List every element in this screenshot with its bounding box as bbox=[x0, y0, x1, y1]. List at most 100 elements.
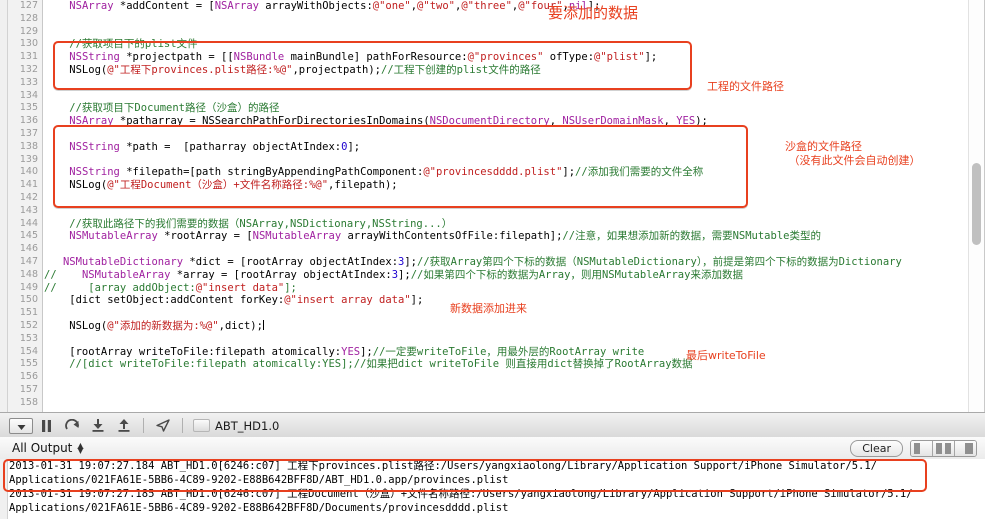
code-token: //注意，如果想添加新的数据，需要NSMutable类型的 bbox=[562, 230, 821, 243]
line-number: 129 bbox=[19, 25, 38, 37]
breadcrumb[interactable]: ABT_HD1.0 bbox=[193, 419, 279, 433]
step-over-icon bbox=[64, 419, 80, 432]
line-number: 156 bbox=[19, 371, 38, 383]
show-console-only-segment[interactable] bbox=[955, 440, 976, 456]
code-line[interactable]: NSLog(@"工程下provinces.plist路径:%@",project… bbox=[44, 64, 963, 77]
code-token: arrayWithObjects: bbox=[258, 0, 373, 12]
console-line: Applications/021FA61E-5BB6-4C89-9202-E88… bbox=[9, 474, 509, 486]
code-line[interactable] bbox=[44, 371, 963, 384]
code-line[interactable]: NSMutableArray *rootArray = [NSMutableAr… bbox=[44, 230, 963, 243]
annotation-sandbox-path: 沙盒的文件路径 （没有此文件会自动创建） bbox=[785, 140, 921, 167]
code-token: NSArray bbox=[69, 0, 114, 12]
simulate-location-button[interactable] bbox=[150, 413, 176, 438]
code-text-area[interactable]: NSArray *addContent = [NSArray arrayWith… bbox=[44, 0, 963, 412]
code-token: NSMutableArray bbox=[81, 268, 171, 281]
code-line[interactable] bbox=[44, 205, 963, 218]
code-line[interactable] bbox=[44, 333, 963, 346]
line-number: 136 bbox=[19, 115, 38, 127]
pause-button[interactable] bbox=[33, 413, 59, 438]
code-line[interactable]: //获取此路径下的我们需要的数据（NSArray,NSDictionary,NS… bbox=[44, 218, 963, 231]
code-token: // bbox=[44, 268, 82, 281]
code-token: @"provincesdddd.plist" bbox=[423, 166, 563, 179]
line-number: 149 bbox=[19, 281, 38, 293]
code-line[interactable]: //获取项目下Document路径（沙盒）的路径 bbox=[44, 102, 963, 115]
code-token: ]; bbox=[398, 268, 411, 281]
code-line[interactable]: NSArray *addContent = [NSArray arrayWith… bbox=[44, 0, 963, 13]
step-over-button[interactable] bbox=[59, 413, 85, 438]
code-token: //获取项目下Document路径（沙盒）的路径 bbox=[44, 102, 280, 115]
code-token: //获取此路径下的我们需要的数据（NSArray,NSDictionary,NS… bbox=[44, 217, 453, 230]
line-number: 140 bbox=[19, 166, 38, 178]
output-scope-dropdown[interactable]: All Output ▲ ▼ bbox=[12, 441, 84, 455]
line-number: 146 bbox=[19, 243, 38, 255]
code-token: NSMutableArray bbox=[252, 230, 342, 243]
code-line[interactable]: NSMutableDictionary *dict = [rootArray o… bbox=[44, 256, 963, 269]
output-scope-label: All Output bbox=[12, 441, 73, 455]
line-number: 139 bbox=[19, 153, 38, 165]
code-line[interactable] bbox=[44, 192, 963, 205]
show-variables-only-segment[interactable] bbox=[911, 440, 933, 456]
code-line[interactable]: //获取项目下的plist文件 bbox=[44, 38, 963, 51]
line-number: 144 bbox=[19, 217, 38, 229]
debug-view-segmented-control[interactable] bbox=[910, 439, 977, 457]
console-left-edge bbox=[0, 459, 8, 519]
code-line[interactable]: [rootArray writeToFile:filepath atomical… bbox=[44, 346, 963, 359]
toggle-debug-area-button[interactable] bbox=[9, 417, 33, 434]
code-token: // [array addObject: bbox=[44, 281, 196, 294]
code-token: mainBundle] pathForResource: bbox=[284, 51, 468, 64]
console-line: Applications/021FA61E-5BB6-4C89-9202-E88… bbox=[9, 502, 509, 514]
show-both-segment[interactable] bbox=[933, 440, 955, 456]
code-token: //[dict writeToFile:filepath atomically:… bbox=[44, 358, 693, 371]
annotation-new-data-added: 新数据添加进来 bbox=[450, 302, 527, 315]
code-line[interactable] bbox=[44, 243, 963, 256]
code-token: ,dict); bbox=[218, 319, 263, 332]
code-line[interactable] bbox=[44, 128, 963, 141]
clear-console-button[interactable]: Clear bbox=[850, 439, 903, 457]
code-token: ); bbox=[695, 115, 708, 128]
code-token: ]; bbox=[347, 140, 361, 153]
toolbar-divider-2 bbox=[182, 418, 183, 433]
line-number: 153 bbox=[19, 332, 38, 344]
code-line[interactable]: NSArray *patharray = NSSearchPathForDire… bbox=[44, 115, 963, 128]
code-line[interactable] bbox=[44, 90, 963, 103]
code-token: @"工程Document（沙盒）+文件名称路径:%@" bbox=[107, 179, 329, 192]
code-token: ]; bbox=[644, 51, 658, 64]
console-output-area[interactable]: 2013-01-31 19:07:27.184 ABT_HD1.0[6246:c… bbox=[0, 459, 985, 519]
code-line[interactable] bbox=[44, 13, 963, 26]
code-line[interactable] bbox=[44, 384, 963, 397]
console-filter-bar: All Output ▲ ▼ Clear bbox=[0, 437, 985, 460]
line-number: 152 bbox=[19, 319, 38, 331]
code-line[interactable] bbox=[44, 26, 963, 39]
line-number: 135 bbox=[19, 102, 38, 114]
code-token: NSArray bbox=[69, 115, 114, 128]
line-number: 145 bbox=[19, 230, 38, 242]
line-number: 130 bbox=[19, 38, 38, 50]
code-token: ]; bbox=[360, 345, 373, 358]
code-line[interactable]: // [array addObject:@"insert data"]; bbox=[44, 282, 963, 295]
code-token: //一定要writeToFile，用最外层的RootArray write bbox=[372, 345, 645, 358]
code-line[interactable]: NSLog(@"工程Document（沙盒）+文件名称路径:%@",filepa… bbox=[44, 179, 963, 192]
code-line[interactable]: NSString *filepath=[path stringByAppendi… bbox=[44, 166, 963, 179]
code-line[interactable]: // NSMutableArray *array = [rootArray ob… bbox=[44, 269, 963, 282]
step-into-button[interactable] bbox=[85, 413, 111, 438]
step-into-icon bbox=[91, 419, 105, 432]
editor-vertical-scrollbar[interactable] bbox=[968, 0, 984, 412]
code-token: NSLog( bbox=[44, 179, 108, 192]
code-line[interactable]: NSLog(@"添加的新数据为:%@",dict); bbox=[44, 319, 963, 333]
code-token: NSString bbox=[69, 51, 120, 64]
source-editor[interactable]: 127 128 129 130 131 132 133 134 135 136 137 138 139 1… bbox=[0, 0, 985, 412]
code-line[interactable] bbox=[44, 77, 963, 90]
code-token: //如果第四个下标的数据为Array，则用NSMutableArray来添加数据 bbox=[410, 268, 743, 281]
code-token: @"two" bbox=[417, 0, 455, 12]
code-line[interactable] bbox=[44, 397, 963, 410]
code-token: @"insert data" bbox=[195, 281, 285, 294]
step-out-button[interactable] bbox=[111, 413, 137, 438]
code-line[interactable]: NSString *projectpath = [[NSBundle mainB… bbox=[44, 51, 963, 64]
code-line[interactable]: //[dict writeToFile:filepath atomically:… bbox=[44, 358, 963, 371]
console-line-list: 2013-01-31 19:07:27.184 ABT_HD1.0[6246:c… bbox=[9, 459, 985, 515]
editor-scrollbar-thumb[interactable] bbox=[972, 163, 981, 245]
